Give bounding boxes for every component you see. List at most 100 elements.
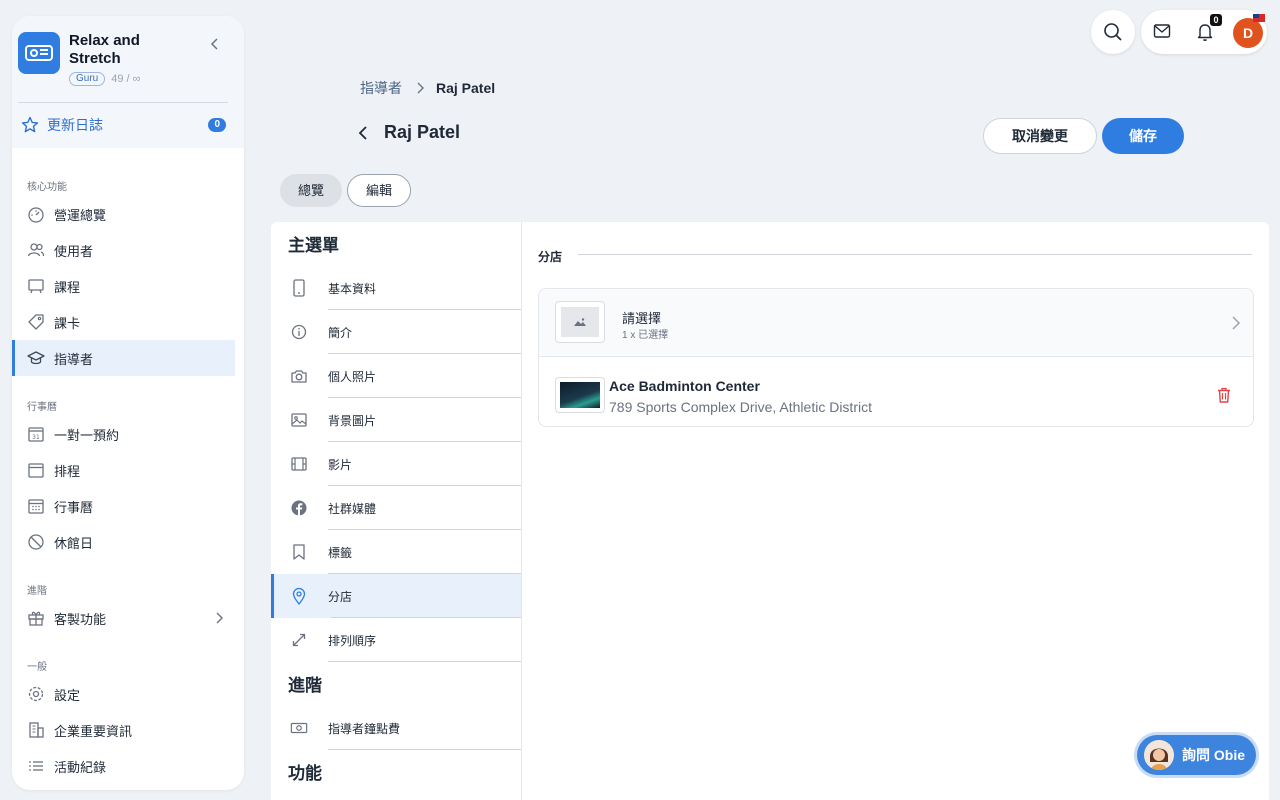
tab-overview[interactable]: 總覽 [280,174,342,207]
sidebar-item-users[interactable]: 使用者 [12,232,235,268]
phone-icon [290,279,308,297]
top-actions: 0 D [1141,10,1267,54]
menu-item-label: 簡介 [328,325,353,340]
avatar[interactable]: D [1233,18,1263,48]
sidebar-item-label: 營運總覽 [54,207,107,223]
cancel-button[interactable]: 取消變更 [983,118,1097,154]
menu-item-label: 排列順序 [328,633,377,648]
menu-heading-advanced: 進階 [288,676,322,695]
section-title-core: 核心功能 [27,182,67,193]
gear-icon [27,685,45,703]
branch-name: Ace Badminton Center [609,378,760,394]
sidebar-item-label: 設定 [54,687,81,703]
sidebar-item-class-cards[interactable]: 課卡 [12,304,235,340]
sidebar-item-closed-days[interactable]: 休館日 [12,524,235,560]
quota-text: 49 / ∞ [111,73,141,85]
sidebar-item-label: 企業重要資訊 [54,723,133,739]
chevron-right-icon [215,612,223,624]
plan-badge: Guru [69,72,106,86]
trash-icon[interactable] [1217,387,1231,403]
brand-area: Relax and Stretch Guru 49 / ∞ 更新日誌 0 [12,16,244,148]
menu-item-profile-photo[interactable]: 個人照片 [271,354,521,398]
menu-item-tags[interactable]: 標籤 [271,530,521,574]
sidebar-item-company-info[interactable]: 企業重要資訊 [12,712,235,748]
money-icon [290,719,308,737]
ask-assistant-button[interactable]: 詢問 Obie [1137,735,1256,775]
users-icon [27,241,45,259]
menu-item-background-image[interactable]: 背景圖片 [271,398,521,442]
tab-edit[interactable]: 編輯 [347,174,411,207]
menu-item-label: 影片 [328,457,353,472]
language-flag-icon[interactable] [1253,14,1265,22]
sidebar-item-settings[interactable]: 設定 [12,676,235,712]
back-arrow-icon[interactable] [356,125,370,141]
breadcrumb-current: Raj Patel [436,80,496,96]
menu-item-label: 背景圖片 [328,413,377,428]
graduation-cap-icon [27,349,45,367]
menu-item-social-media[interactable]: 社群媒體 [271,486,521,530]
sidebar-item-label: 一對一預約 [54,427,120,443]
branch-address: 789 Sports Complex Drive, Athletic Distr… [609,399,872,415]
sidebar-item-calendar[interactable]: 行事曆 [12,488,235,524]
menu-item-hourly-rate[interactable]: 指導者鐘點費 [271,706,521,750]
notification-count-badge: 0 [1210,14,1222,26]
chevron-right-icon[interactable] [1231,315,1241,331]
branch-panel: 分店 請選擇 1 x 已選擇 Ace Badminton Center 789 … [523,222,1269,800]
menu-heading-features: 功能 [288,764,322,783]
brand: Relax and Stretch Guru 49 / ∞ [12,32,244,86]
camera-icon [290,367,308,385]
changelog-link[interactable]: 更新日誌 0 [12,103,244,135]
page-title: Raj Patel [384,122,461,142]
save-button[interactable]: 儲存 [1102,118,1184,154]
sidebar-item-instructors[interactable]: 指導者 [12,340,235,376]
menu-item-label: 分店 [328,589,353,604]
gift-icon [27,609,45,627]
content-card: 主選單 基本資料 簡介 個人照片 背景圖片 影片 社群媒體 標籤 分店 排列順序… [271,222,1269,800]
calendar-icon [27,461,45,479]
changelog-label: 更新日誌 [47,117,103,133]
tag-icon [27,313,45,331]
branch-select-row[interactable]: 請選擇 1 x 已選擇 [539,289,1253,357]
changelog-count-badge: 0 [208,118,226,132]
sidebar-item-label: 指導者 [54,351,94,367]
panel-title: 分店 [538,250,563,264]
menu-item-video[interactable]: 影片 [271,442,521,486]
sidebar-item-label: 排程 [54,463,81,479]
calendar-31-icon: 31 [27,425,45,443]
section-title-advanced: 進階 [27,586,47,597]
breadcrumb-link[interactable]: 指導者 [360,78,402,98]
mail-icon[interactable] [1153,23,1171,39]
list-item: Ace Badminton Center 789 Sports Complex … [539,357,1253,426]
resize-arrows-icon [290,631,308,649]
assistant-avatar [1144,740,1174,770]
sidebar-item-custom-features[interactable]: 客製功能 [12,600,235,636]
sidebar-item-dashboard[interactable]: 營運總覽 [12,196,235,232]
svg-text:31: 31 [32,434,40,441]
sidebar-item-one-on-one[interactable]: 31 一對一預約 [12,416,235,452]
sidebar-item-schedule[interactable]: 排程 [12,452,235,488]
menu-item-label: 個人照片 [328,369,377,384]
sidebar: Relax and Stretch Guru 49 / ∞ 更新日誌 0 核心功… [12,16,244,790]
info-icon [290,323,308,341]
location-pin-icon [290,587,308,605]
menu-item-sort-order[interactable]: 排列順序 [271,618,521,662]
menu-item-basic-info[interactable]: 基本資料 [271,266,521,310]
sidebar-item-label: 活動紀錄 [54,759,107,775]
menu-item-label: 社群媒體 [328,501,377,516]
menu-item-label: 指導者鐘點費 [328,721,401,736]
page-header: Raj Patel [356,122,460,143]
menu-heading-main: 主選單 [288,236,339,255]
section-title-general: 一般 [27,662,47,673]
menu-item-intro[interactable]: 簡介 [271,310,521,354]
sidebar-item-activity-log[interactable]: 活動紀錄 [12,748,235,784]
course-icon [27,277,45,295]
menu-item-branches[interactable]: 分店 [271,574,521,618]
sidebar-item-courses[interactable]: 課程 [12,268,235,304]
brand-logo-icon [18,32,60,74]
search-button[interactable] [1091,10,1135,54]
sidebar-item-label: 休館日 [54,535,94,551]
divider [578,254,1252,255]
chevron-right-icon [416,82,424,94]
brand-name: Relax and Stretch [69,32,140,67]
collapse-sidebar-icon[interactable] [210,38,220,50]
